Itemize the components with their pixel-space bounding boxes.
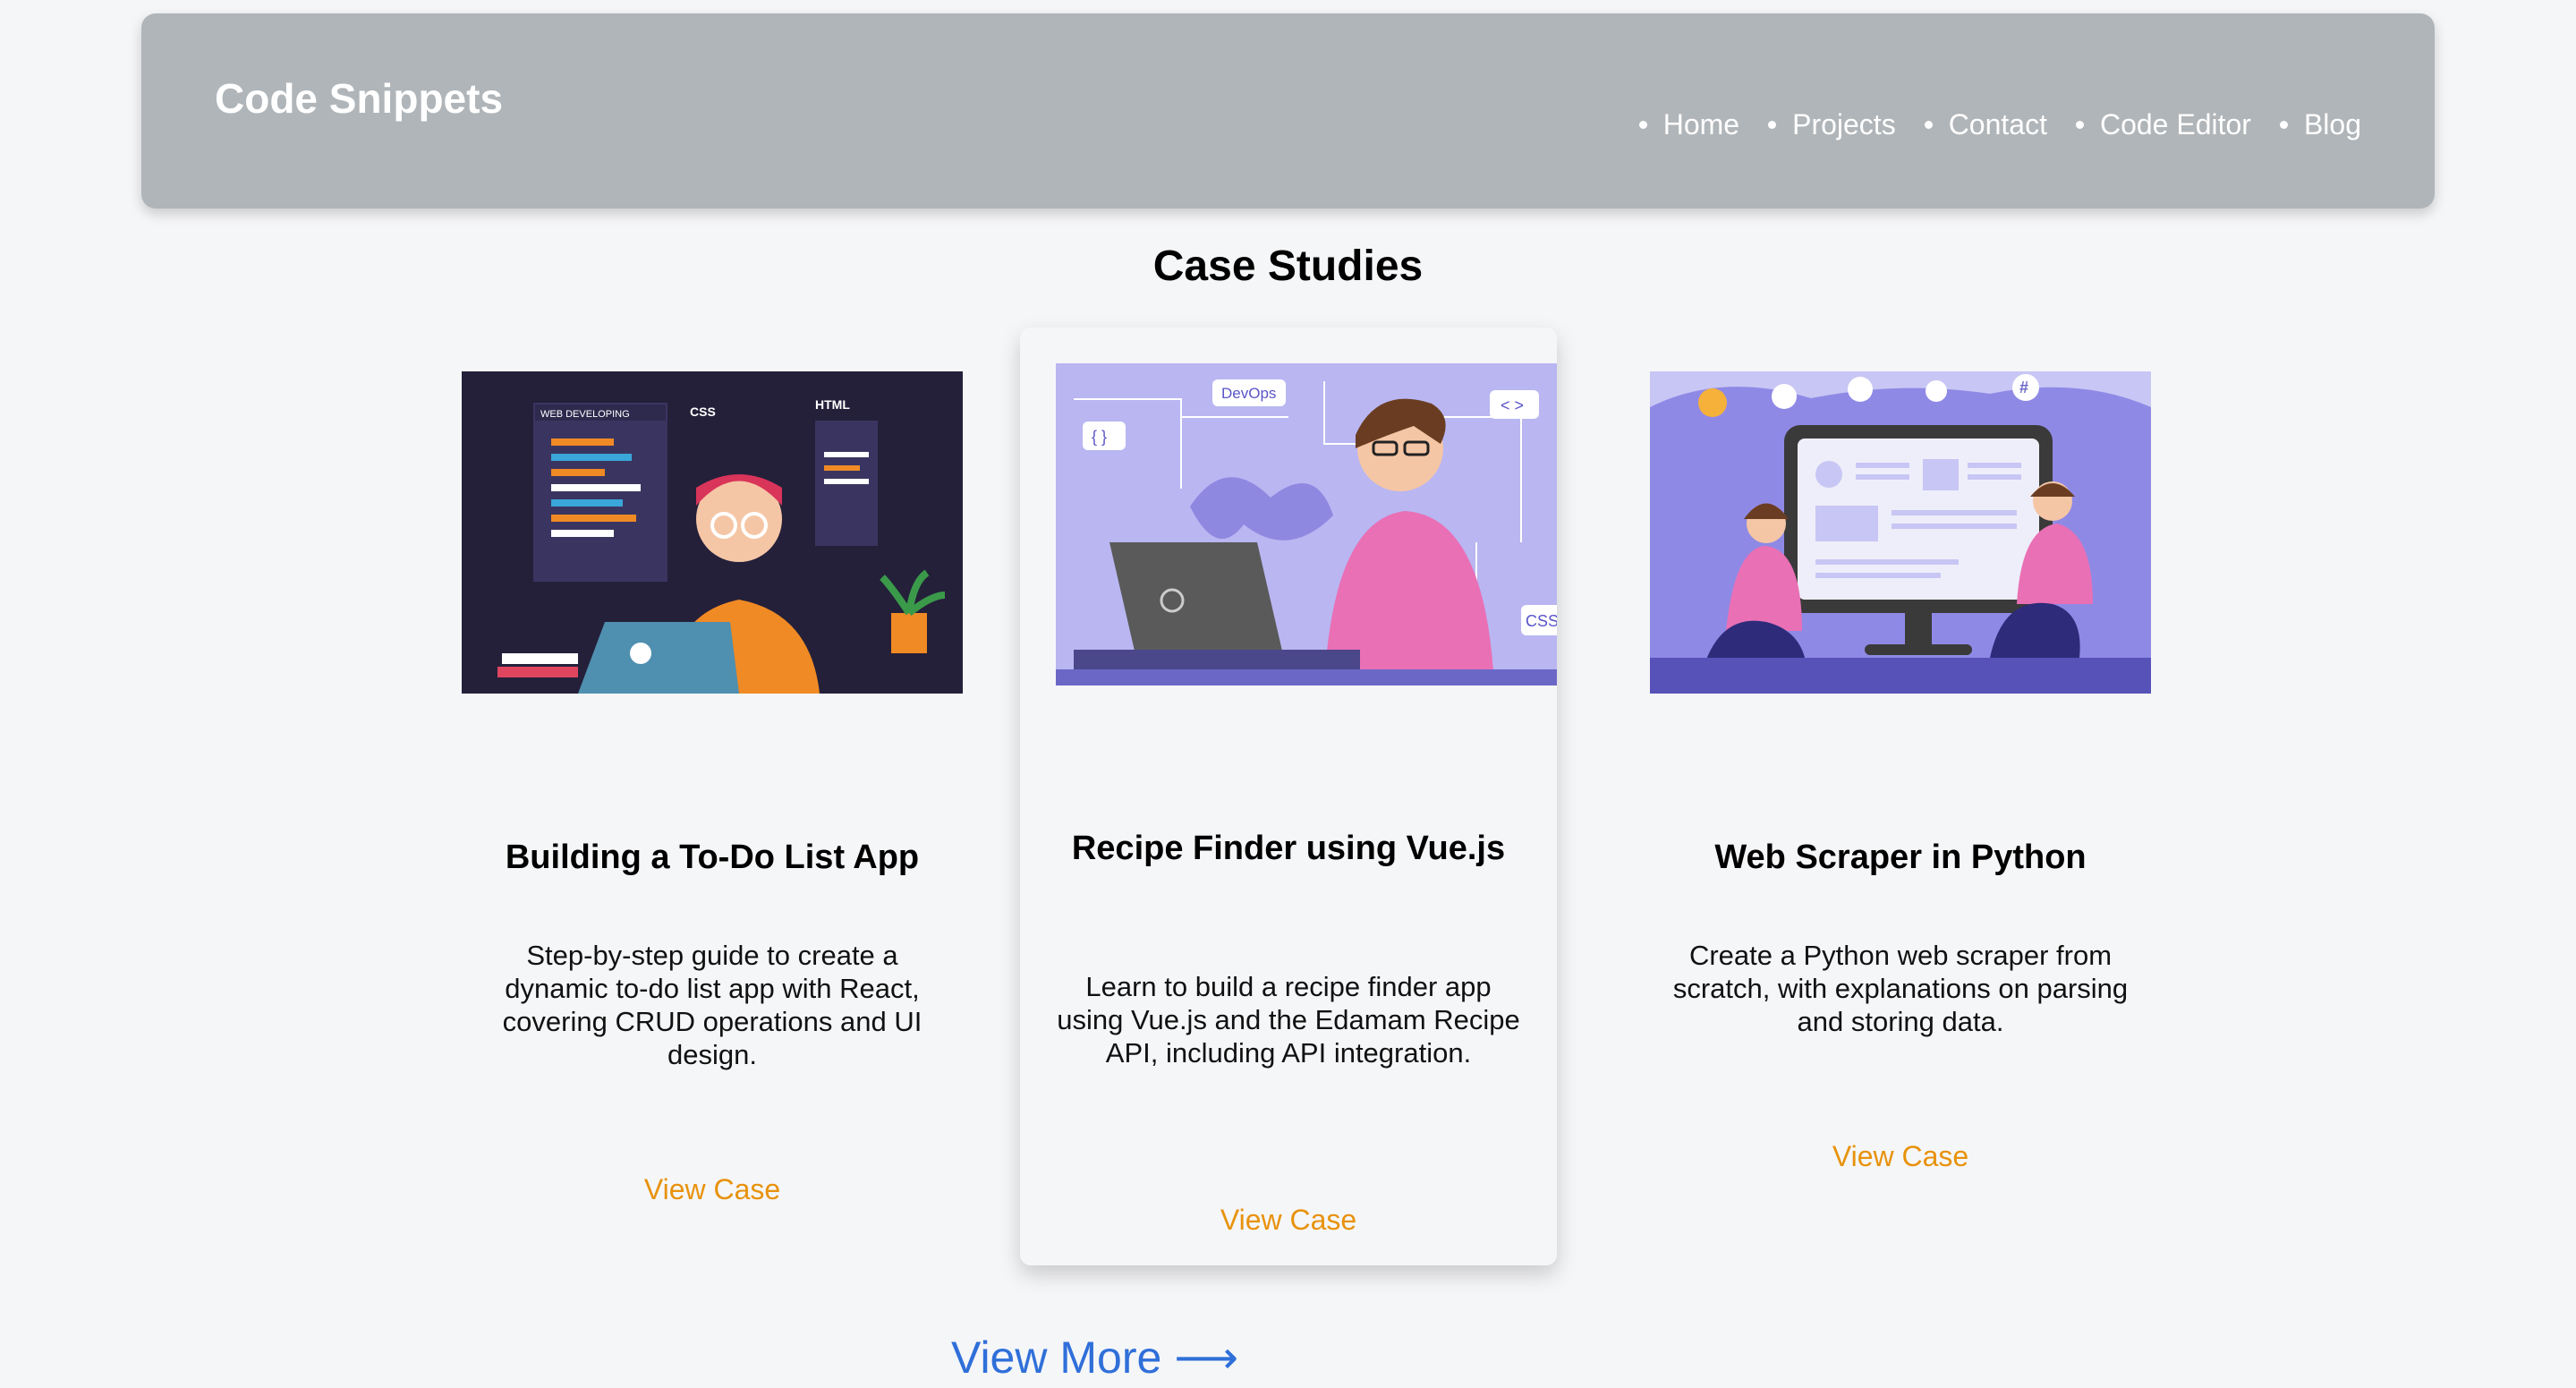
view-more-label: View More bbox=[951, 1333, 1162, 1383]
case-title-recipe: Recipe Finder using Vue.js bbox=[1071, 830, 1506, 867]
case-desc-recipe: Learn to build a recipe finder app using… bbox=[1057, 971, 1520, 1069]
nav-blog[interactable]: Blog bbox=[2280, 108, 2361, 141]
case-desc-todo: Step-by-step guide to create a dynamic t… bbox=[502, 940, 922, 1070]
image-label-css: CSS bbox=[690, 404, 716, 419]
view-case-link-todo[interactable]: View Case bbox=[444, 1173, 981, 1206]
image-label-devops: DevOps bbox=[1221, 385, 1276, 402]
case-card-recipe: DevOps { } < > CSS Recipe Finder using V… bbox=[1020, 328, 1557, 1265]
brand-logo[interactable]: Code Snippets bbox=[215, 74, 503, 123]
image-label-braces: { } bbox=[1092, 428, 1107, 446]
image-label-css2: CSS bbox=[1526, 612, 1557, 630]
case-image-scraper: # bbox=[1650, 371, 2151, 694]
case-desc-scraper: Create a Python web scraper from scratch… bbox=[1672, 940, 2129, 1037]
case-image-todo: WEB DEVELOPING CSS HTML bbox=[462, 371, 963, 694]
main-nav: Home Projects Contact Code Editor Blog bbox=[1639, 108, 2361, 141]
case-image-recipe: DevOps { } < > CSS bbox=[1056, 363, 1557, 685]
nav-home[interactable]: Home bbox=[1639, 108, 1739, 141]
case-card-todo: WEB DEVELOPING CSS HTML Building a To-Do… bbox=[444, 331, 981, 1226]
view-more-link[interactable]: View More ⟶ bbox=[951, 1332, 1238, 1384]
section-title: Case Studies bbox=[1152, 243, 1424, 290]
case-title-todo: Building a To-Do List App bbox=[505, 839, 920, 876]
image-label-html: HTML bbox=[815, 397, 850, 412]
image-label-hash: # bbox=[2019, 379, 2028, 396]
nav-code-editor[interactable]: Code Editor bbox=[2076, 108, 2251, 141]
nav-projects[interactable]: Projects bbox=[1768, 108, 1896, 141]
nav-contact[interactable]: Contact bbox=[1925, 108, 2047, 141]
case-card-scraper: # Web Scraper in Python Create a Python … bbox=[1632, 331, 2169, 1226]
site-header: Code Snippets Home Projects Contact Code… bbox=[141, 13, 2435, 209]
arrow-right-icon: ⟶ bbox=[1174, 1333, 1238, 1383]
image-label-brackets: < > bbox=[1501, 396, 1524, 414]
case-title-scraper: Web Scraper in Python bbox=[1714, 839, 2087, 876]
image-label-web-developing: WEB DEVELOPING bbox=[540, 409, 630, 420]
view-case-link-recipe[interactable]: View Case bbox=[1020, 1204, 1557, 1237]
view-case-link-scraper[interactable]: View Case bbox=[1632, 1140, 2169, 1173]
